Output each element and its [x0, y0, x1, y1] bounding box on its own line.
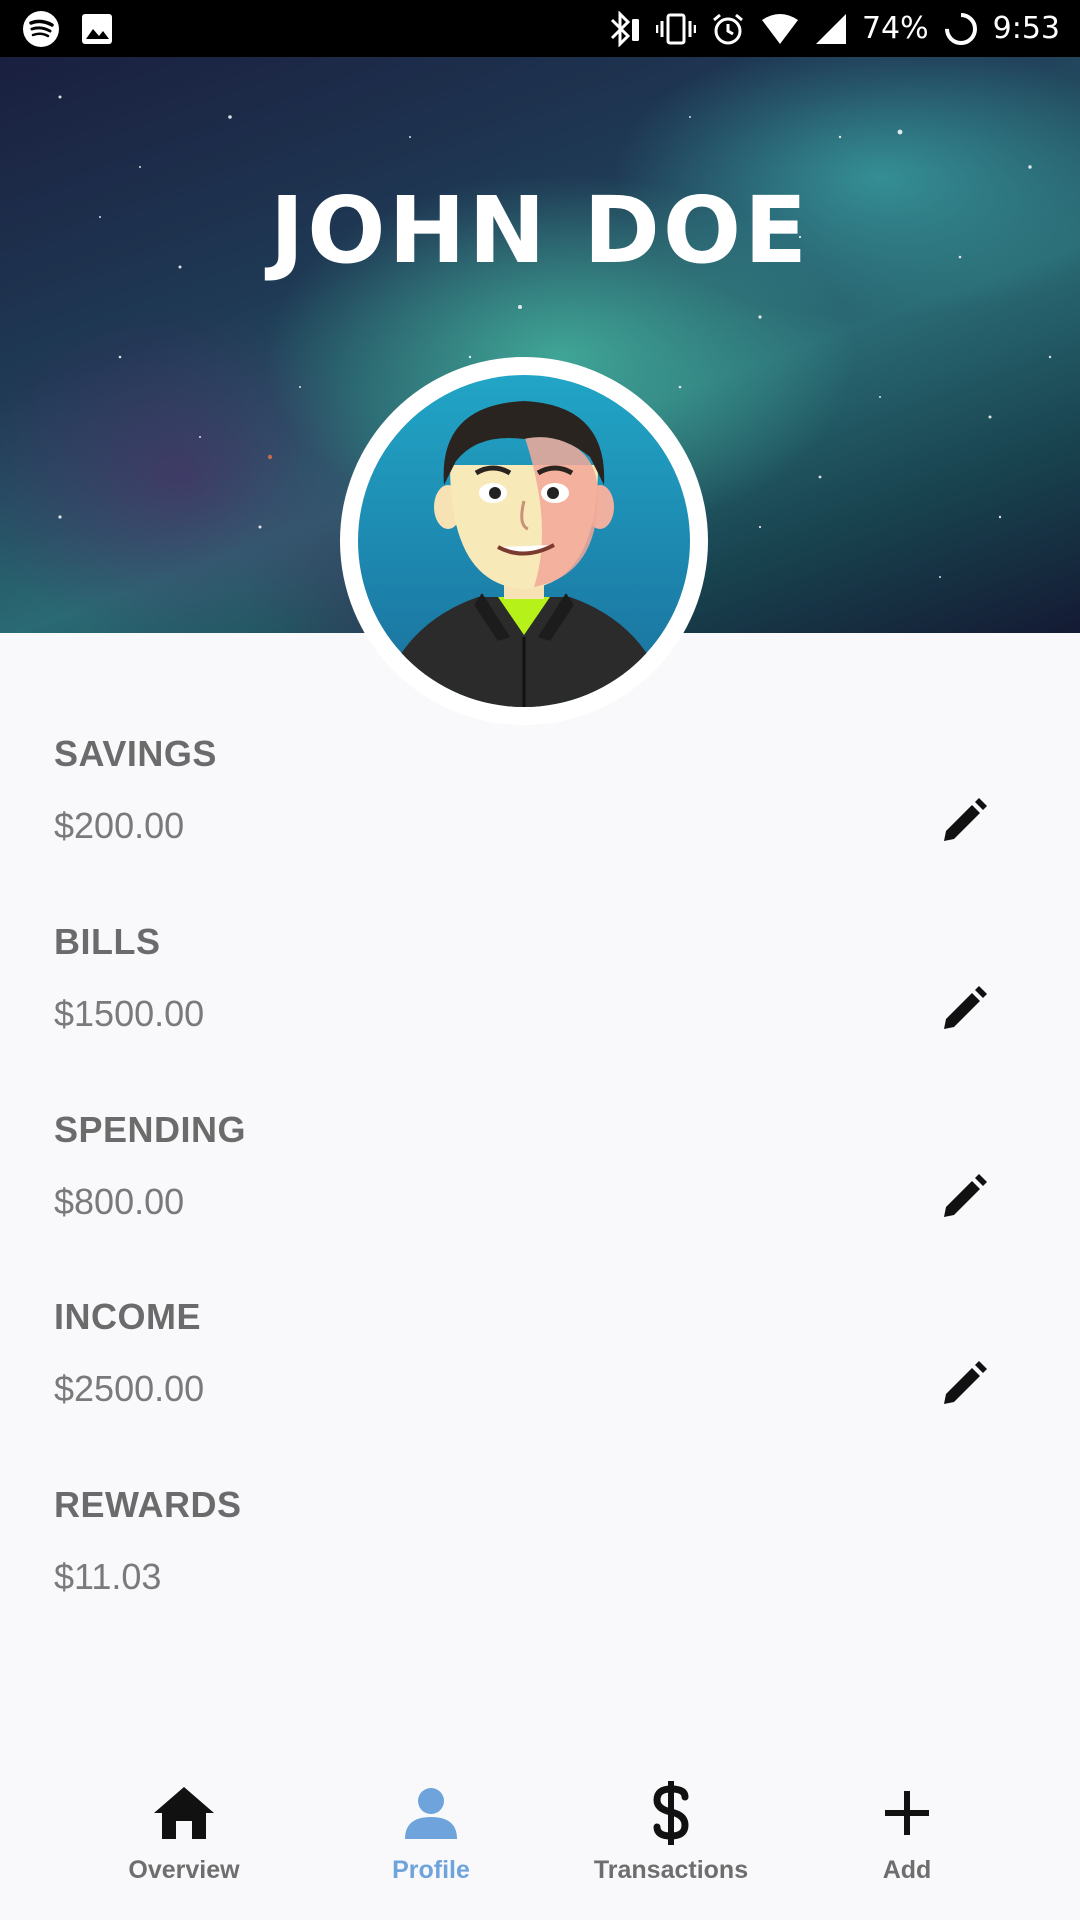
battery-icon [943, 11, 979, 47]
edit-income-button[interactable] [934, 1354, 994, 1414]
account-spending: SPENDING $800.00 [54, 1109, 994, 1249]
account-label: BILLS [54, 921, 161, 962]
nav-transactions[interactable]: Transactions [551, 1760, 791, 1900]
person-icon [401, 1778, 461, 1848]
vibrate-icon [655, 11, 696, 47]
account-label: SAVINGS [54, 733, 217, 774]
account-value: $11.03 [54, 1556, 162, 1597]
account-label: INCOME [54, 1296, 201, 1337]
wifi-icon [760, 12, 800, 46]
status-time: 9:53 [992, 11, 1060, 46]
battery-percentage: 74% [861, 11, 929, 46]
bottom-navigation: Overview Profile Transactions Add [0, 1760, 1080, 1920]
profile-name: JOHN DOE [270, 177, 810, 284]
dollar-icon [649, 1778, 693, 1848]
status-bar-right: 74% 9:53 [608, 10, 1060, 47]
account-label: REWARDS [54, 1484, 242, 1525]
status-bar: 74% 9:53 [0, 0, 1080, 57]
avatar-ring [340, 357, 708, 725]
account-savings: SAVINGS $200.00 [54, 733, 994, 873]
edit-savings-button[interactable] [934, 791, 994, 851]
signal-icon [814, 12, 848, 46]
nav-add[interactable]: Add [787, 1760, 1027, 1900]
nav-overview[interactable]: Overview [64, 1760, 304, 1900]
spotify-icon [22, 10, 60, 48]
nav-label: Add [882, 1856, 932, 1884]
edit-bills-button[interactable] [934, 979, 994, 1039]
home-icon [152, 1778, 216, 1848]
image-icon [80, 12, 114, 46]
pencil-icon [944, 986, 987, 1029]
account-value: $2500.00 [54, 1368, 205, 1409]
nav-label: Profile [392, 1856, 470, 1884]
account-rewards: REWARDS $11.03 [54, 1484, 994, 1624]
plus-icon [883, 1778, 931, 1848]
account-value: $1500.00 [54, 993, 205, 1034]
edit-spending-button[interactable] [934, 1167, 994, 1227]
account-income: INCOME $2500.00 [54, 1296, 994, 1436]
account-value: $200.00 [54, 805, 185, 846]
nav-profile[interactable]: Profile [311, 1760, 551, 1900]
bluetooth-icon [608, 10, 642, 47]
pencil-icon [944, 1361, 987, 1404]
nav-label: Overview [128, 1856, 240, 1884]
status-bar-left [22, 10, 114, 48]
avatar[interactable] [358, 375, 690, 707]
alarm-icon [710, 11, 746, 47]
pencil-icon [944, 798, 987, 841]
account-value: $800.00 [54, 1181, 185, 1222]
nav-label: Transactions [593, 1856, 749, 1884]
account-label: SPENDING [54, 1109, 247, 1150]
pencil-icon [944, 1174, 987, 1217]
account-bills: BILLS $1500.00 [54, 921, 994, 1061]
